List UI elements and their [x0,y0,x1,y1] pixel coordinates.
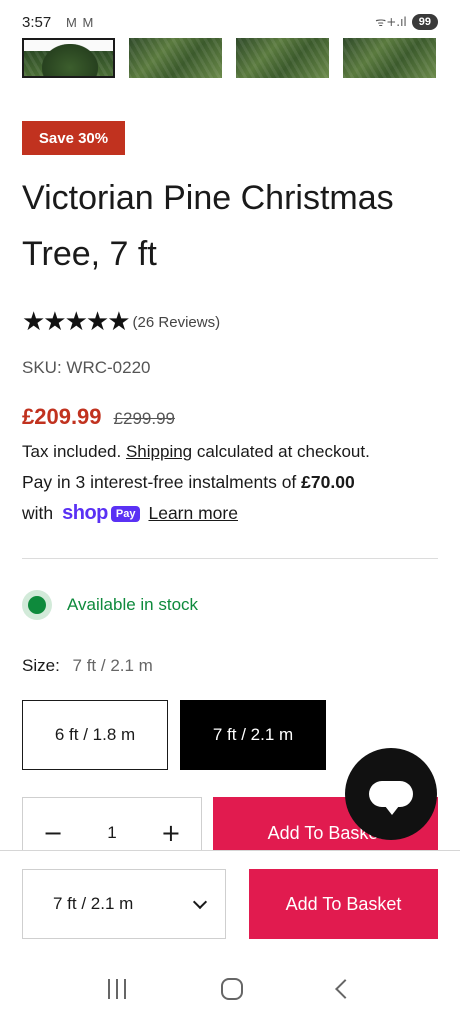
increase-quantity-button[interactable]: + [161,819,181,847]
battery-indicator: 99 [411,13,438,30]
size-label-text: Size: [22,656,60,675]
size-selected-value: 7 ft / 2.1 m [72,656,153,675]
sticky-purchase-bar: 7 ft / 2.1 m Add To Basket [0,850,460,953]
rating[interactable]: ★★★★★ (26 Reviews) [22,307,220,337]
product-sku: SKU: WRC-0220 [22,358,151,377]
installments-text: Pay in 3 interest-free instalments of £7… [22,472,355,493]
tax-prefix: Tax included. [22,442,122,461]
chat-button[interactable] [345,748,437,840]
installments-label: Pay in 3 interest-free instalments of [22,472,297,492]
thumbnail-1[interactable] [22,38,115,78]
shop-pay-logo: shop [62,502,108,524]
stock-text: Available in stock [67,595,199,614]
back-icon[interactable] [335,978,356,999]
with-label: with [22,503,54,523]
price-row: £209.99 £299.99 [22,404,175,430]
chat-icon [369,781,413,815]
status-time: 3:57 [22,14,52,31]
tax-suffix: calculated at checkout. [196,442,370,461]
stock-status: Available in stock [22,590,198,620]
save-badge: Save 30% [22,121,125,155]
divider [22,558,438,559]
sticky-size-select[interactable]: 7 ft / 2.1 m [22,869,226,939]
review-count[interactable]: (26 Reviews) [133,314,221,331]
size-option-6ft[interactable]: 6 ft / 1.8 m [22,700,168,770]
chevron-down-icon [192,894,208,909]
tax-note: Tax included. Shipping calculated at che… [22,442,370,462]
shop-pay-badge: Pay [110,505,141,522]
sticky-size-value: 7 ft / 2.1 m [53,894,134,913]
compare-price: £299.99 [113,409,175,428]
star-rating-icon: ★★★★★ [22,307,131,337]
size-label: Size: 7 ft / 2.1 m [22,656,153,676]
product-title: Victorian Pine Christmas Tree, 7 ft [22,179,394,273]
decrease-quantity-button[interactable]: − [43,819,63,847]
quantity-value[interactable]: 1 [107,823,116,843]
stock-indicator-icon [22,590,52,620]
wifi-signal-icon: ᯤ+.ıl [375,15,407,29]
status-bar: 3:57 M M ᯤ+.ıl 99 [0,0,460,38]
size-options: 6 ft / 1.8 m 7 ft / 2.1 m [22,700,326,770]
thumbnail-3[interactable] [236,38,329,78]
product-thumbnails [22,38,438,78]
shipping-link[interactable]: Shipping [126,442,192,461]
home-icon[interactable] [220,977,243,1000]
thumbnail-4[interactable] [343,38,436,78]
sale-price: £209.99 [22,404,102,429]
sticky-add-to-basket-button[interactable]: Add To Basket [249,869,438,939]
shop-pay-row: with shop Pay Learn more [22,502,238,525]
size-option-7ft[interactable]: 7 ft / 2.1 m [180,700,326,770]
status-icons: ᯤ+.ıl 99 [375,13,438,30]
learn-more-link[interactable]: Learn more [148,503,238,524]
notification-icons: M M [66,15,95,30]
installments-amount: £70.00 [301,472,355,492]
recent-apps-icon[interactable] [107,978,126,999]
system-navigation-bar [0,953,460,1024]
thumbnail-2[interactable] [129,38,222,78]
